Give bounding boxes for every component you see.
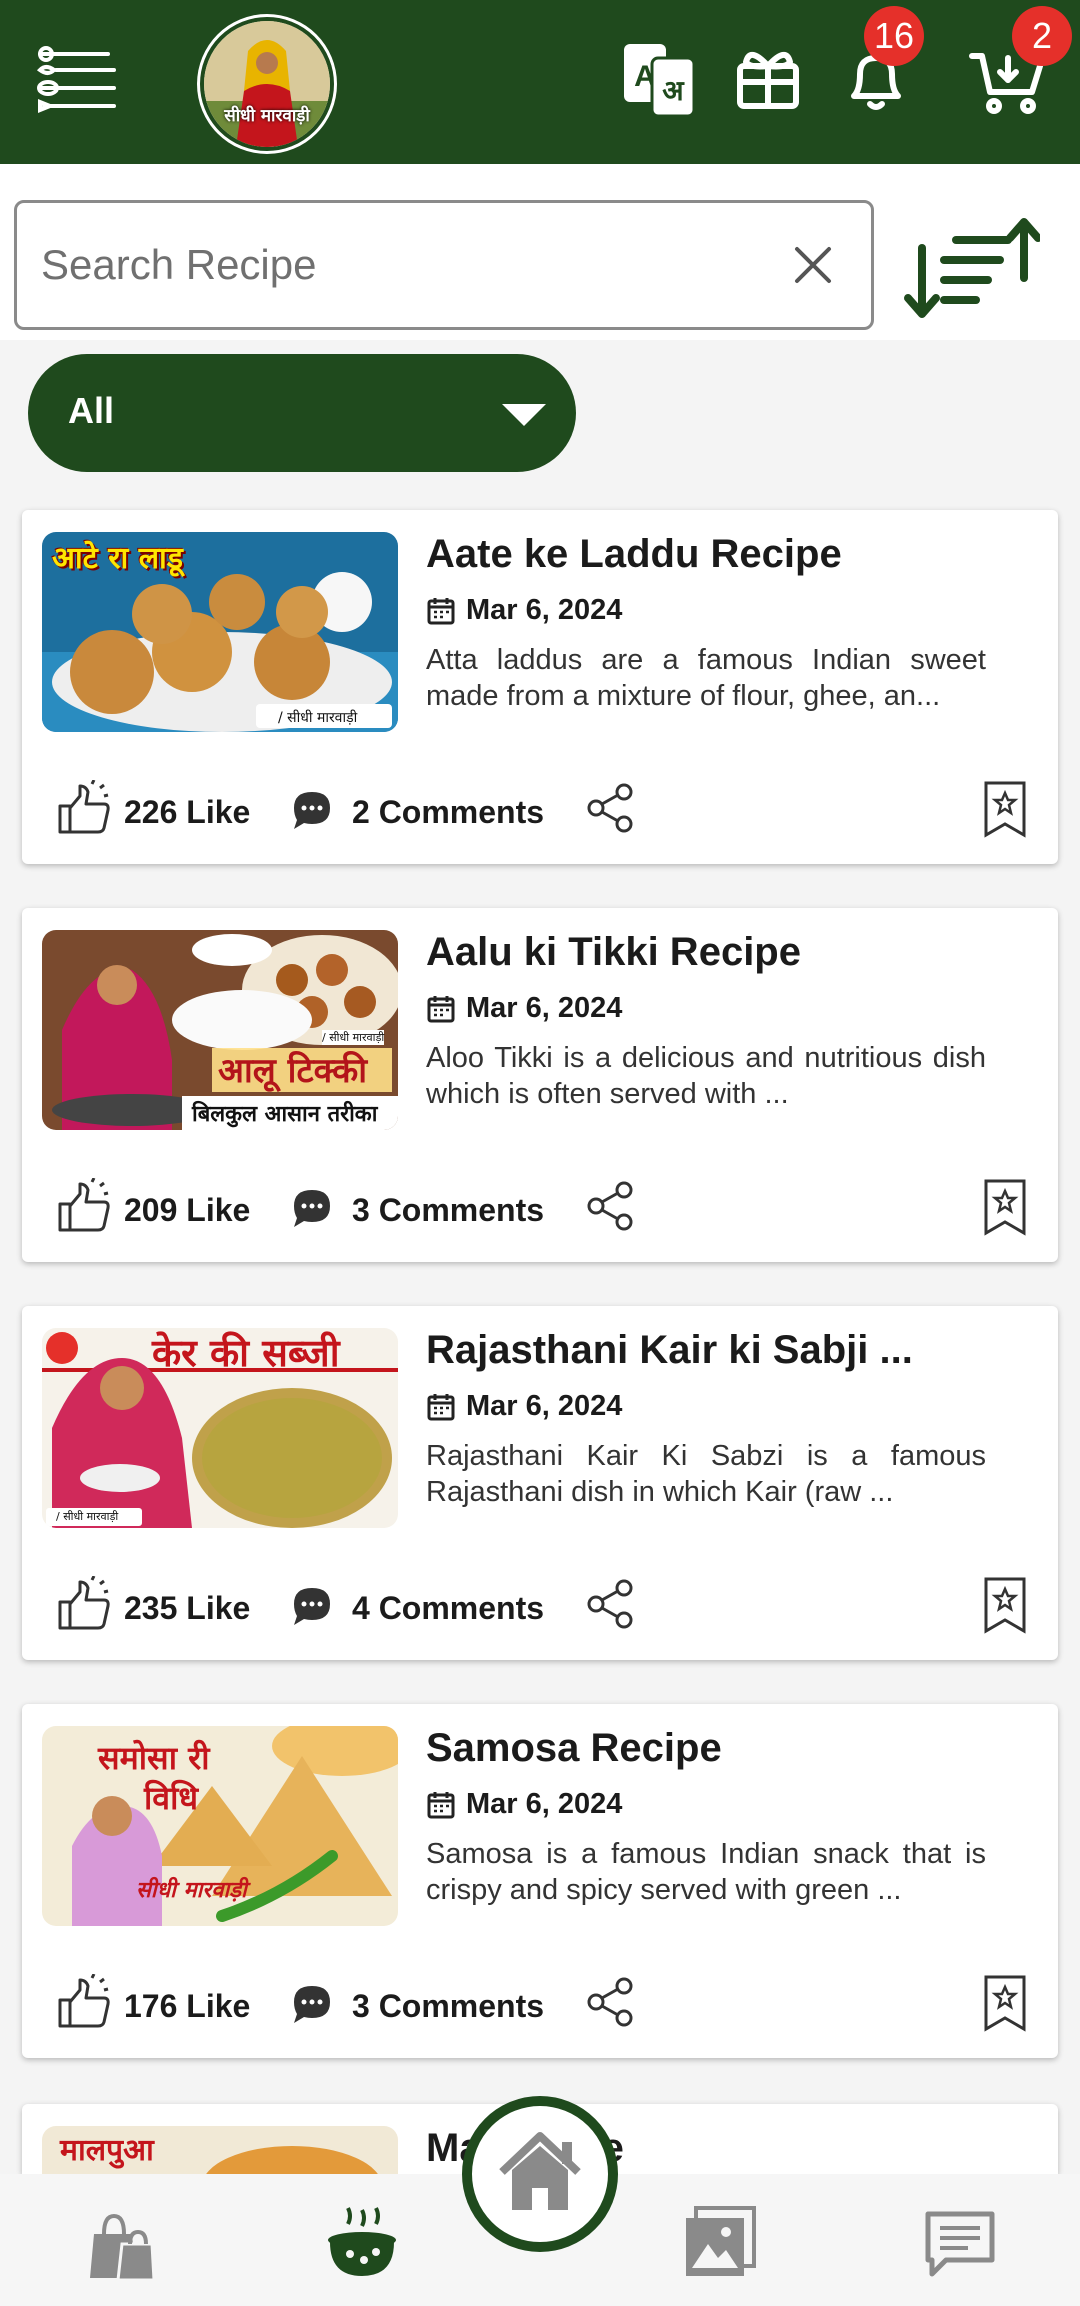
comment-count: 2 Comments xyxy=(352,794,545,830)
recipe-title[interactable]: Aate ke Laddu Recipe xyxy=(426,532,1036,577)
recipe-card[interactable]: आलू टिक्की बिलकुल आसान तरीका / सीधी मारव… xyxy=(22,908,1058,1262)
share-icon[interactable] xyxy=(584,1976,636,2028)
translate-icon[interactable]: A अ xyxy=(620,40,700,120)
like-count: 226 Like xyxy=(124,794,251,830)
like-icon[interactable] xyxy=(56,780,112,836)
comment-count: 3 Comments xyxy=(352,1988,545,2024)
clear-icon[interactable] xyxy=(789,241,837,289)
recipe-thumbnail[interactable]: समोसा री विधि सीधी मारवाड़ी xyxy=(42,1726,398,1926)
category-filter-dropdown[interactable]: All xyxy=(28,354,576,472)
comment-icon[interactable] xyxy=(290,788,334,832)
thumbnail-credit: / सीधी मारवाड़ी xyxy=(322,1030,385,1045)
recipe-date: Mar 6, 2024 xyxy=(466,594,623,626)
thumbnail-credit: / सीधी मारवाड़ी xyxy=(278,710,358,726)
recipe-thumbnail[interactable]: आटे रा लाडू / सीधी मारवाड़ी xyxy=(42,532,398,732)
bookmark-icon[interactable] xyxy=(982,1974,1028,2032)
cart-badge: 2 xyxy=(1012,6,1072,66)
thumbnail-caption: मालपुआ xyxy=(60,2133,154,2168)
gallery-icon[interactable] xyxy=(680,2204,760,2284)
calendar-icon xyxy=(427,1792,455,1819)
recipe-date: Mar 6, 2024 xyxy=(466,992,623,1024)
gift-icon[interactable] xyxy=(728,40,808,120)
like-icon[interactable] xyxy=(56,1178,112,1234)
thumbnail-caption: समोसा री xyxy=(98,1739,210,1777)
recipe-title[interactable]: Rajasthani Kair ki Sabji ... xyxy=(426,1328,1036,1373)
recipe-description: Rajasthani Kair Ki Sabzi is a famous Raj… xyxy=(426,1440,986,1508)
search-box[interactable] xyxy=(14,200,874,330)
comment-icon[interactable] xyxy=(290,1186,334,1230)
like-icon[interactable] xyxy=(56,1576,112,1632)
calendar-icon xyxy=(427,996,455,1023)
recipe-title[interactable]: Aalu ki Tikki Recipe xyxy=(426,930,1036,975)
logo-art xyxy=(204,21,330,147)
bookmark-icon[interactable] xyxy=(982,780,1028,838)
like-icon[interactable] xyxy=(56,1974,112,2030)
calendar-icon xyxy=(427,598,455,625)
logo-text: सीधी मारवाड़ी xyxy=(224,106,310,126)
sort-icon[interactable] xyxy=(900,208,1040,328)
comment-count: 3 Comments xyxy=(352,1192,545,1228)
share-icon[interactable] xyxy=(584,782,636,834)
bookmark-icon[interactable] xyxy=(982,1178,1028,1236)
recipe-thumbnail[interactable]: मालपुआ xyxy=(42,2126,398,2174)
comment-icon[interactable] xyxy=(290,1584,334,1628)
like-count: 235 Like xyxy=(124,1590,251,1626)
thumbnail-caption-sub: बिलकुल आसान तरीका xyxy=(192,1101,378,1127)
brand-logo[interactable]: सीधी मारवाड़ी xyxy=(200,17,334,151)
recipe-description: Samosa is a famous Indian snack that is … xyxy=(426,1838,986,1906)
thumbnail-caption: आलू टिक्की xyxy=(218,1051,368,1091)
comment-icon[interactable] xyxy=(290,1982,334,2026)
notification-badge: 16 xyxy=(864,6,924,66)
comment-count: 4 Comments xyxy=(352,1590,545,1626)
recipe-card[interactable]: केर की सब्जी / सीधी मारवाड़ी Rajasthani … xyxy=(22,1306,1058,1660)
share-icon[interactable] xyxy=(584,1578,636,1630)
recipe-description: Atta laddus are a famous Indian sweet ma… xyxy=(426,644,986,712)
recipe-pot-icon[interactable] xyxy=(322,2204,402,2284)
thumbnail-credit: / सीधी मारवाड़ी xyxy=(56,1510,119,1523)
filter-selected-label: All xyxy=(68,390,115,431)
recipe-card[interactable]: समोसा री विधि सीधी मारवाड़ी Samosa Recip… xyxy=(22,1704,1058,2058)
like-count: 176 Like xyxy=(124,1988,251,2024)
home-button[interactable] xyxy=(462,2096,618,2252)
recipe-title[interactable]: Samosa Recipe xyxy=(426,1726,1036,1771)
recipe-description: Aloo Tikki is a delicious and nutritious… xyxy=(426,1042,986,1110)
recipe-date: Mar 6, 2024 xyxy=(466,1390,623,1422)
share-icon[interactable] xyxy=(584,1180,636,1232)
chevron-down-icon xyxy=(502,404,546,426)
thumbnail-caption-sub: विधि xyxy=(144,1779,199,1817)
thumbnail-caption: केर की सब्जी xyxy=(152,1330,340,1375)
thumbnail-caption: आटे रा लाडू xyxy=(52,541,183,576)
recipe-thumbnail[interactable]: केर की सब्जी / सीधी मारवाड़ी xyxy=(42,1328,398,1528)
home-icon xyxy=(499,2132,581,2210)
search-bar-area xyxy=(0,164,1080,340)
chat-icon[interactable] xyxy=(920,2204,1000,2284)
app-header: सीधी मारवाड़ी A अ 16 2 xyxy=(0,0,1080,164)
calendar-icon xyxy=(427,1394,455,1421)
recipe-thumbnail[interactable]: आलू टिक्की बिलकुल आसान तरीका / सीधी मारव… xyxy=(42,930,398,1130)
like-count: 209 Like xyxy=(124,1192,251,1228)
svg-text:अ: अ xyxy=(662,74,685,107)
thumbnail-credit: सीधी मारवाड़ी xyxy=(136,1877,247,1903)
recipe-date: Mar 6, 2024 xyxy=(466,1788,623,1820)
bookmark-icon[interactable] xyxy=(982,1576,1028,1634)
recipe-card[interactable]: आटे रा लाडू / सीधी मारवाड़ी Aate ke Ladd… xyxy=(22,510,1058,864)
shopping-bag-icon[interactable] xyxy=(82,2204,162,2284)
menu-icon[interactable] xyxy=(34,44,120,116)
search-input[interactable] xyxy=(41,203,781,327)
